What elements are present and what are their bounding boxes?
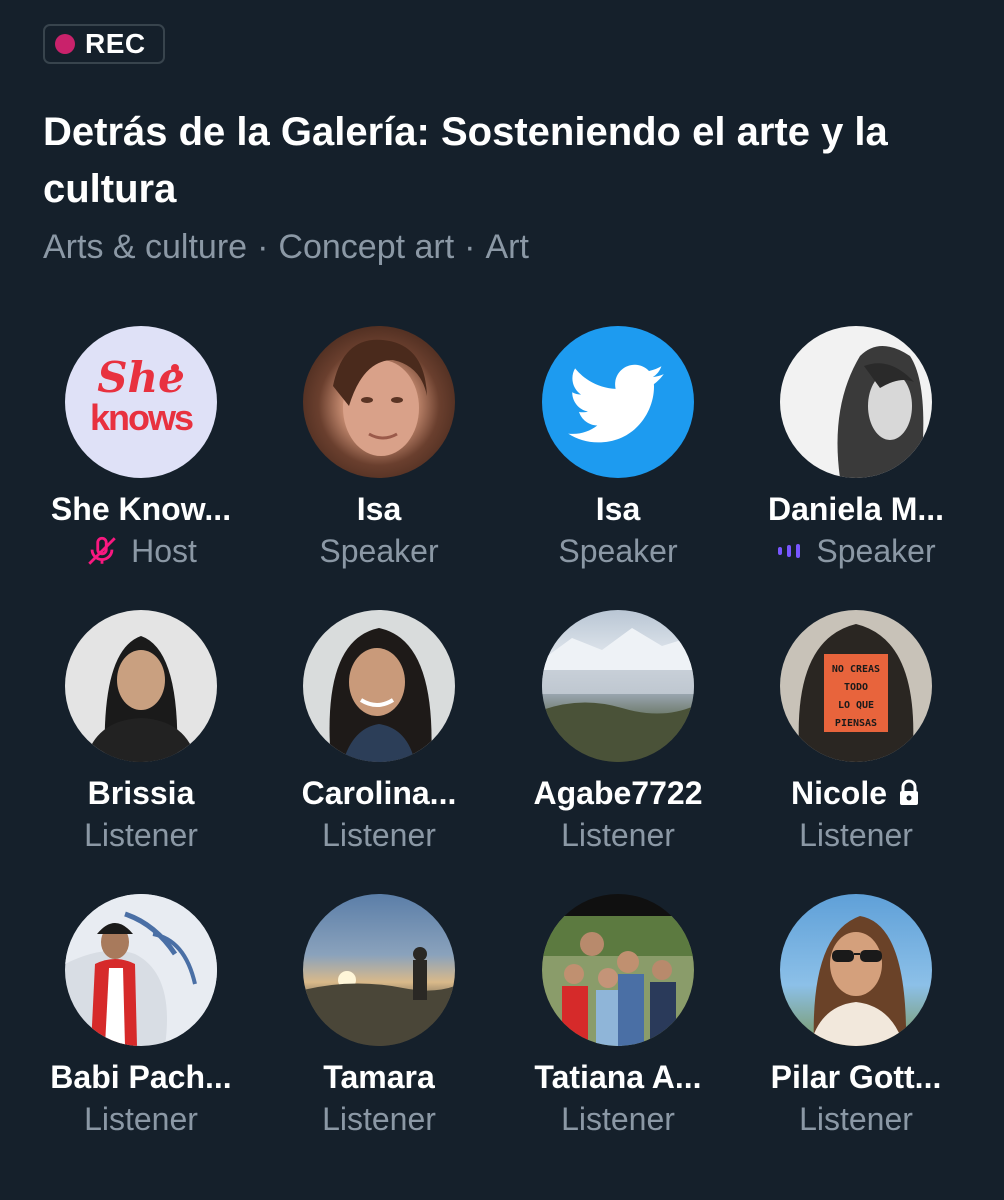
avatar: NO CREAS TODO LO QUE PIENSAS <box>780 610 932 762</box>
space-title: Detrás de la Galería: Sosteniendo el art… <box>43 110 888 211</box>
person-photo <box>65 894 217 1046</box>
participant-role: Listener <box>799 817 913 853</box>
twitter-bird-icon <box>568 364 664 443</box>
sheknows-logo: She knows <box>90 353 195 438</box>
participant-role: Listener <box>322 817 436 853</box>
participant-role: Speaker <box>816 533 936 569</box>
participant-role: Listener <box>799 1101 913 1137</box>
participant-name-row: Nicole <box>736 772 976 814</box>
recording-label: REC <box>85 28 146 59</box>
participant-role: Listener <box>84 817 198 853</box>
participant-role-row: Speaker <box>736 530 976 572</box>
svg-text:She: She <box>97 353 185 402</box>
person-photo <box>85 636 197 762</box>
person-photo <box>329 628 432 762</box>
topic-item[interactable]: Concept art <box>278 228 454 266</box>
participant-listener[interactable]: Tamara Listener <box>259 894 499 1140</box>
avatar <box>542 326 694 478</box>
avatar <box>303 326 455 478</box>
avatar <box>542 610 694 762</box>
participant-listener[interactable]: Tatiana A... Listener <box>498 894 738 1140</box>
landscape-photo <box>542 628 694 762</box>
speaking-bars-icon <box>776 541 804 561</box>
poster-avatar: NO CREAS TODO LO QUE PIENSAS <box>798 624 914 762</box>
participant-name: Carolina... <box>301 775 457 811</box>
participant-role-row: Host <box>21 530 261 572</box>
avatar <box>303 894 455 1046</box>
lock-icon <box>897 779 921 807</box>
participant-name: Daniela M... <box>767 491 945 527</box>
participant-name: Brissia <box>87 775 195 811</box>
avatar <box>303 610 455 762</box>
person-photo <box>810 916 907 1046</box>
participant-name: Isa <box>356 491 402 527</box>
participant-role: Listener <box>561 817 675 853</box>
avatar <box>65 894 217 1046</box>
participant-name: Tamara <box>323 1059 435 1095</box>
avatar <box>65 610 217 762</box>
avatar: She knows <box>65 326 217 478</box>
participant-role: Listener <box>84 1101 198 1137</box>
person-photo <box>333 339 427 456</box>
participant-role: Speaker <box>319 533 439 569</box>
topic-separator: · <box>464 228 476 266</box>
muted-microphone-icon <box>85 534 119 568</box>
participant-speaker[interactable]: Daniela M... Speaker <box>736 326 976 572</box>
group-photo <box>542 916 694 1046</box>
svg-text:NO CREAS: NO CREAS <box>832 664 880 675</box>
participant-host[interactable]: She knows She Know... Host <box>21 326 261 572</box>
participant-listener[interactable]: Pilar Gott... Listener <box>736 894 976 1140</box>
participant-name: She Know... <box>50 491 232 527</box>
avatar <box>780 894 932 1046</box>
participant-name: Pilar Gott... <box>770 1059 942 1095</box>
avatar <box>780 326 932 478</box>
participant-name: Babi Pach... <box>50 1059 232 1095</box>
participant-name: Tatiana A... <box>534 1059 702 1095</box>
participant-name: Nicole <box>790 775 888 811</box>
person-photo <box>837 346 924 478</box>
topic-item[interactable]: Art <box>486 228 529 266</box>
svg-text:TODO: TODO <box>844 682 868 693</box>
participant-listener[interactable]: Babi Pach... Listener <box>21 894 261 1140</box>
participant-listener[interactable]: Brissia Listener <box>21 610 261 856</box>
participant-listener[interactable]: Agabe7722 Listener <box>498 610 738 856</box>
sunset-photo <box>303 947 455 1046</box>
participant-listener[interactable]: Carolina... Listener <box>259 610 499 856</box>
avatar <box>542 894 694 1046</box>
topic-separator: · <box>257 228 269 266</box>
svg-text:knows: knows <box>90 397 193 438</box>
participant-name: Isa <box>595 491 641 527</box>
participant-listener[interactable]: NO CREAS TODO LO QUE PIENSAS Nicole List… <box>736 610 976 856</box>
record-dot-icon <box>55 34 75 54</box>
svg-text:LO QUE: LO QUE <box>838 700 874 711</box>
topic-item[interactable]: Arts & culture <box>43 228 247 266</box>
participant-name: Agabe7722 <box>533 775 703 811</box>
participant-role: Listener <box>561 1101 675 1137</box>
participant-role: Host <box>131 533 197 569</box>
participant-speaker[interactable]: Isa Speaker <box>259 326 499 572</box>
participant-speaker[interactable]: Isa Speaker <box>498 326 738 572</box>
participant-role: Speaker <box>558 533 678 569</box>
participant-role: Listener <box>322 1101 436 1137</box>
svg-text:PIENSAS: PIENSAS <box>835 718 877 729</box>
topic-list: Arts & culture · Concept art · Art <box>43 228 529 267</box>
recording-badge: REC <box>43 24 165 64</box>
